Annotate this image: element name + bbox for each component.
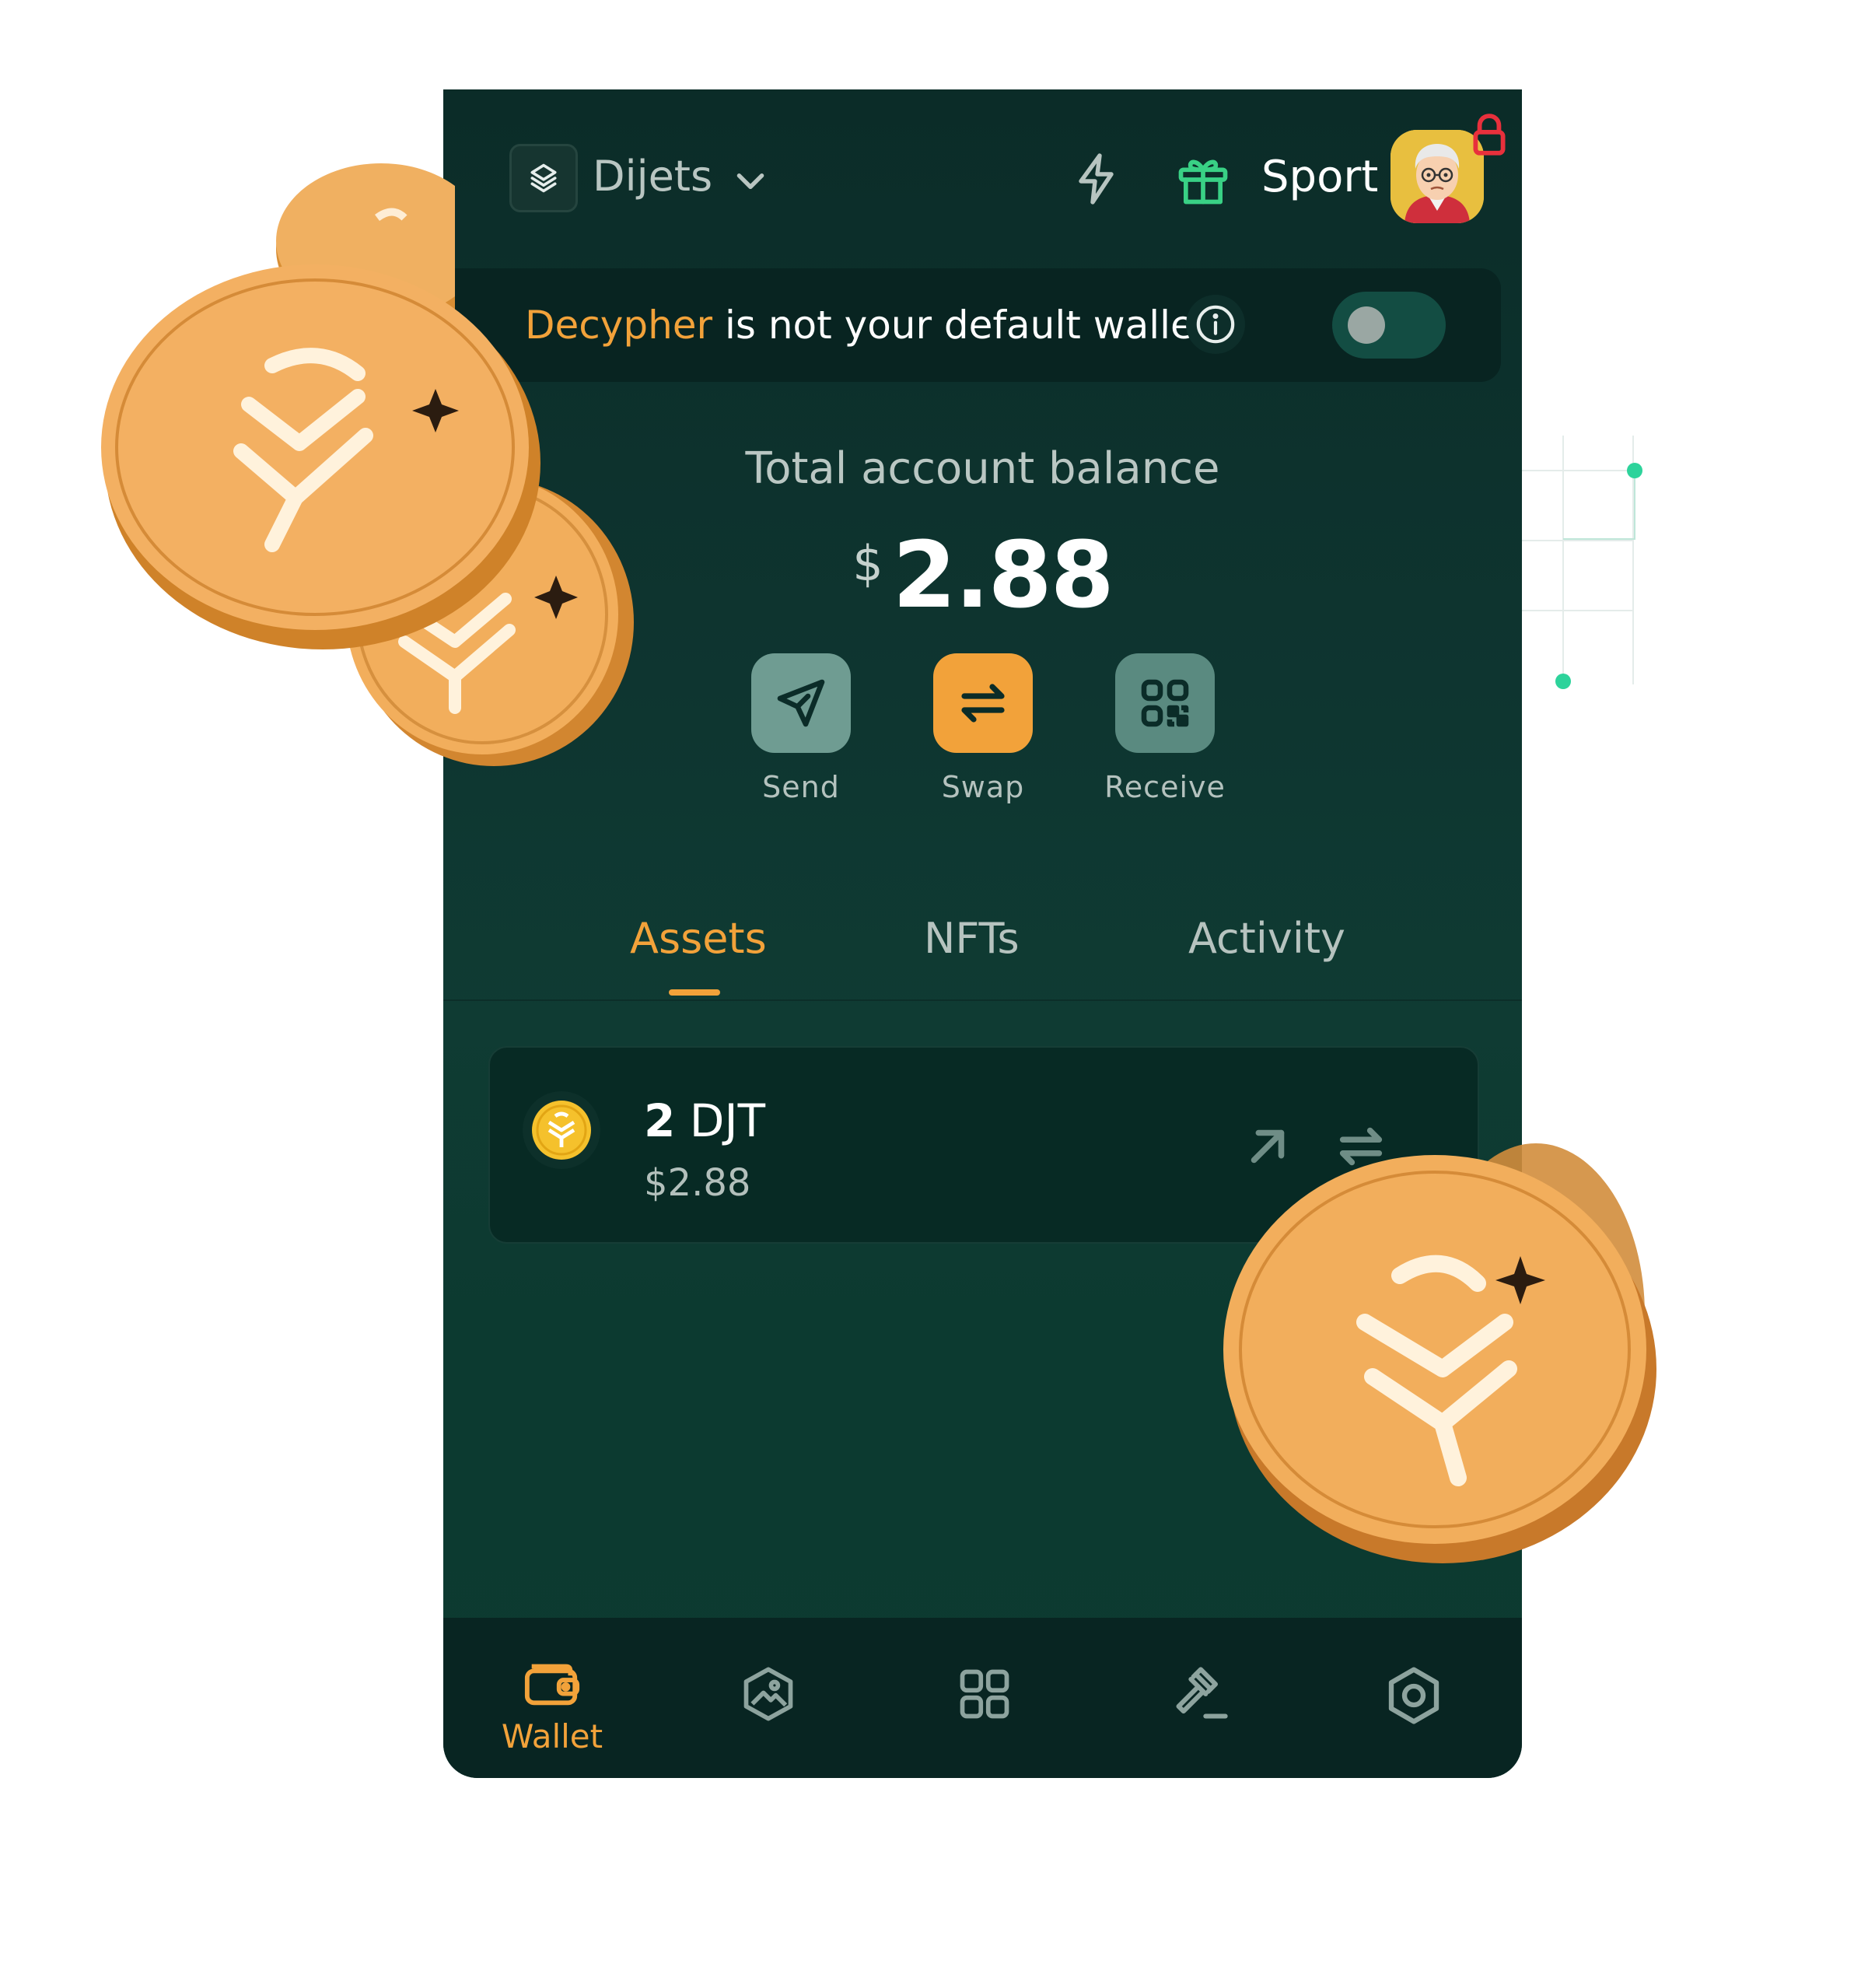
nav-governance[interactable] bbox=[1115, 1618, 1286, 1778]
nav-nfts[interactable] bbox=[683, 1618, 854, 1778]
tabs-divider bbox=[443, 999, 1522, 1001]
tab-activity[interactable]: Activity bbox=[1188, 914, 1345, 963]
lock-icon bbox=[1473, 114, 1506, 156]
nft-gallery-icon bbox=[743, 1667, 793, 1721]
send-button[interactable] bbox=[751, 653, 851, 753]
swap-button[interactable] bbox=[933, 653, 1033, 753]
settings-hexagon-icon bbox=[1388, 1667, 1439, 1724]
gift-icon[interactable] bbox=[1173, 150, 1233, 209]
wallet-brand-name: Decypher bbox=[525, 303, 713, 348]
coin-decoration-large-right bbox=[1223, 1143, 1656, 1563]
receive-button[interactable] bbox=[1115, 653, 1215, 753]
nav-wallet-label: Wallet bbox=[501, 1717, 603, 1755]
tab-assets[interactable]: Assets bbox=[630, 914, 767, 963]
receive-action[interactable]: Receive bbox=[1087, 653, 1243, 804]
qr-icon bbox=[1141, 679, 1189, 727]
asset-quantity: 2 bbox=[644, 1094, 676, 1147]
djt-token-icon bbox=[523, 1091, 600, 1169]
lightning-icon[interactable] bbox=[1069, 148, 1125, 210]
default-wallet-message: Decypher is not your default wallet bbox=[525, 303, 1209, 348]
grid-decoration bbox=[1516, 436, 1642, 689]
send-action[interactable]: Send bbox=[723, 653, 879, 804]
send-label: Send bbox=[762, 770, 840, 804]
toggle-knob bbox=[1348, 306, 1385, 344]
network-selector-icon[interactable] bbox=[509, 144, 578, 212]
info-icon bbox=[1196, 305, 1235, 344]
default-wallet-toggle[interactable] bbox=[1332, 292, 1446, 359]
coin-decoration-large-left bbox=[101, 264, 540, 649]
chevron-down-icon[interactable] bbox=[731, 161, 770, 200]
bottom-navigation: Wallet bbox=[443, 1618, 1522, 1778]
asset-fiat-value: $2.88 bbox=[644, 1161, 751, 1205]
asset-symbol: DJT bbox=[675, 1094, 765, 1147]
nav-wallet[interactable]: Wallet bbox=[467, 1618, 638, 1778]
layers-icon bbox=[530, 163, 557, 193]
nav-apps[interactable] bbox=[899, 1618, 1070, 1778]
swap-label: Swap bbox=[941, 770, 1025, 804]
tab-nfts[interactable]: NFTs bbox=[924, 914, 1020, 963]
balance-currency: $ bbox=[852, 535, 883, 592]
active-tab-indicator bbox=[669, 989, 720, 996]
account-name[interactable]: Sport bbox=[1261, 152, 1378, 202]
receive-label: Receive bbox=[1104, 770, 1226, 804]
swap-action[interactable]: Swap bbox=[905, 653, 1061, 804]
default-wallet-banner: Decypher is not your default wallet bbox=[443, 268, 1501, 382]
asset-amount: 2 DJT bbox=[644, 1094, 765, 1147]
wallet-icon bbox=[524, 1664, 580, 1706]
apps-grid-icon bbox=[960, 1669, 1009, 1719]
nav-settings[interactable] bbox=[1328, 1618, 1499, 1778]
balance-value: 2.88 bbox=[892, 521, 1114, 628]
governance-gavel-icon bbox=[1176, 1667, 1228, 1719]
swap-icon bbox=[961, 684, 1005, 723]
djt-coin-icon bbox=[532, 1101, 591, 1160]
default-wallet-text: is not your default wallet bbox=[712, 303, 1210, 348]
send-icon bbox=[777, 679, 825, 727]
network-name[interactable]: Dijets bbox=[593, 152, 712, 201]
info-button[interactable] bbox=[1186, 295, 1245, 354]
